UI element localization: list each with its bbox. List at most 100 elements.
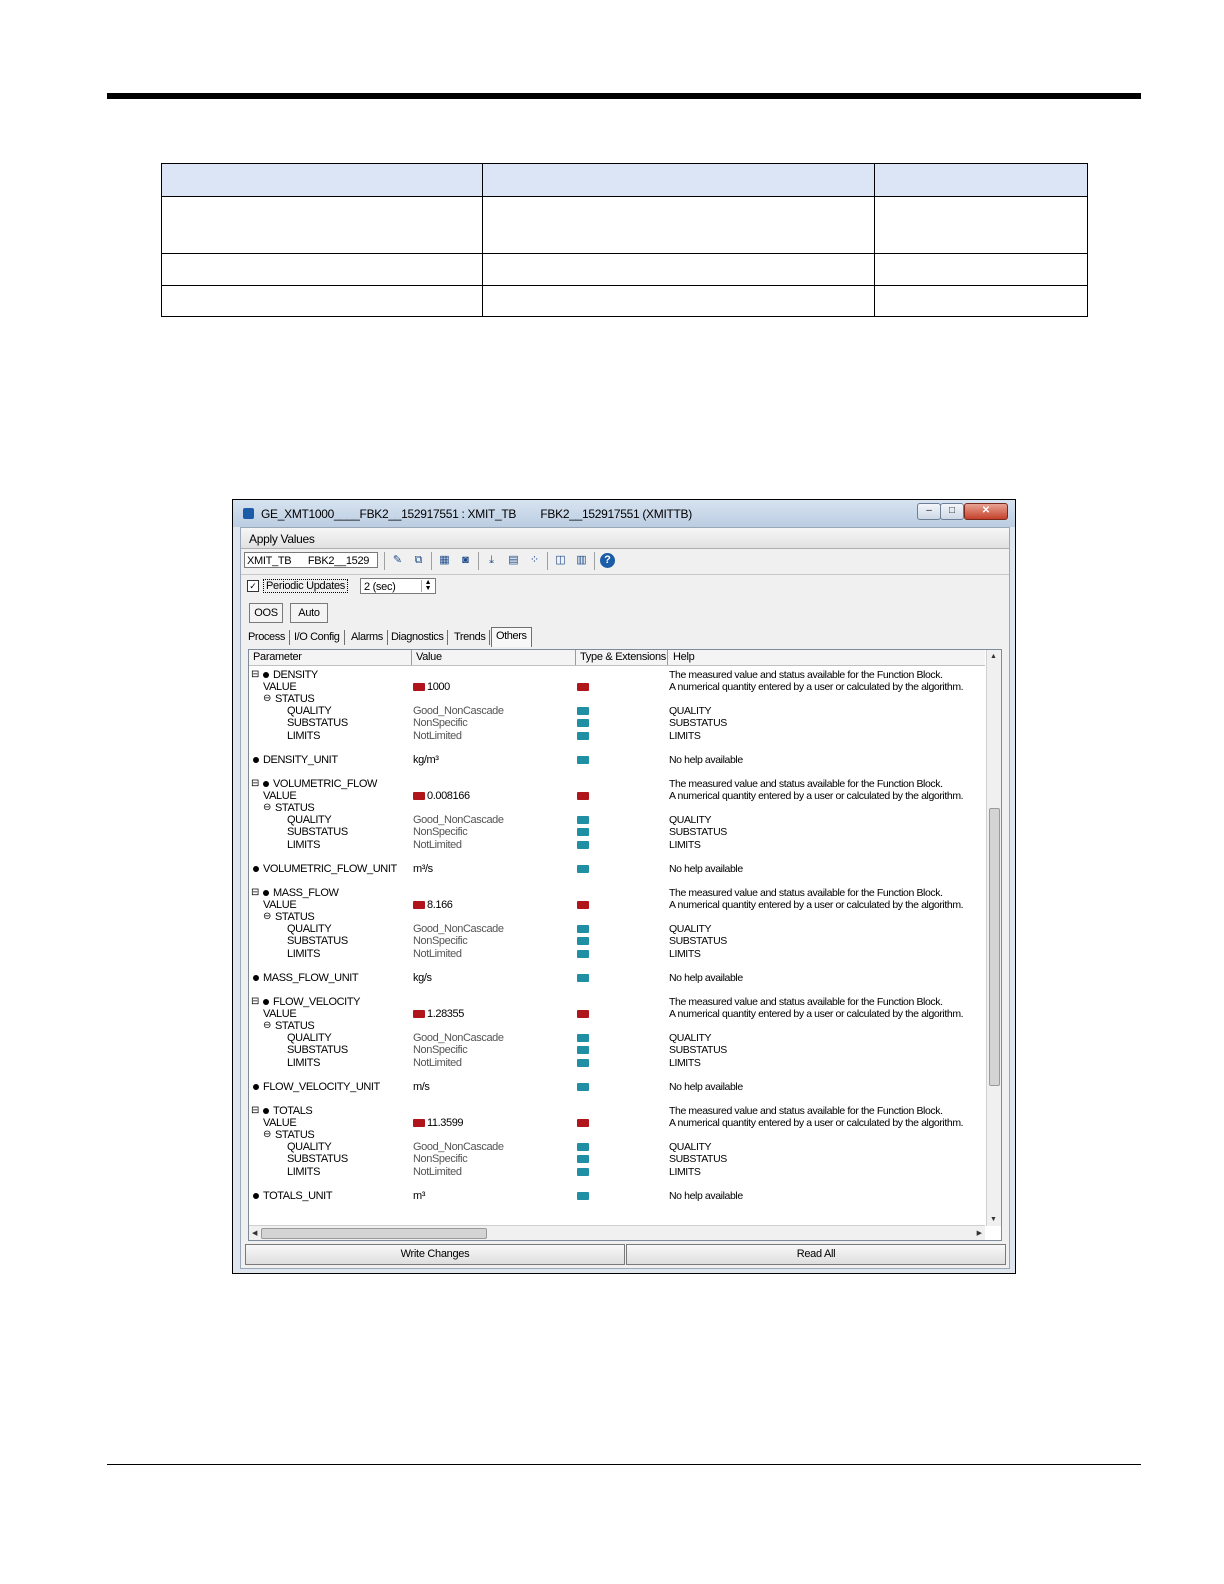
table-row[interactable]: ⊖ STATUS <box>249 1129 985 1141</box>
vertical-scrollbar[interactable]: ▲ ▼ <box>986 650 1001 1226</box>
parameter-value[interactable]: Good_NonCascade <box>413 705 504 717</box>
title-bar[interactable]: GE_XMT1000____FBK2__152917551 : XMIT_TB … <box>233 500 1015 527</box>
table-row[interactable]: SUBSTATUS NonSpecific SUBSTATUS <box>249 1044 985 1056</box>
grid-icon[interactable]: ⁘ <box>527 553 542 568</box>
parameter-value[interactable]: m³/s <box>413 863 433 875</box>
collapse-icon[interactable]: ⊟ <box>251 669 259 681</box>
col-help[interactable]: Help <box>673 651 695 663</box>
parameter-value[interactable]: NotLimited <box>413 730 462 742</box>
table-row[interactable]: VALUE├8.166A numerical quantity entered … <box>249 899 985 911</box>
table-row[interactable]: LIMITS NotLimited LIMITS <box>249 730 985 742</box>
table-row[interactable]: ⊖ STATUS <box>249 1020 985 1032</box>
apply-values-label[interactable]: Apply Values <box>249 532 315 546</box>
tab-diagnostics[interactable]: Diagnostics <box>389 630 449 645</box>
vertical-scroll-thumb[interactable] <box>989 808 1000 1086</box>
table-row[interactable]: LIMITS NotLimited LIMITS <box>249 839 985 851</box>
layout-icon[interactable]: ◫ <box>553 553 568 568</box>
table-row[interactable]: QUALITY Good_NonCascade QUALITY <box>249 1032 985 1044</box>
table-row[interactable]: LIMITS NotLimited LIMITS <box>249 1166 985 1178</box>
table-row[interactable]: ⊟ FLOW_VELOCITY The measured value and sta… <box>249 996 985 1008</box>
parameter-value[interactable]: NonSpecific <box>413 717 468 729</box>
parameter-value[interactable]: 8.166 <box>413 899 453 911</box>
interval-spinner[interactable]: 2 (sec) ▲ ▼ <box>360 578 436 594</box>
edit-icon[interactable]: ✎ <box>390 553 405 568</box>
tab-trends[interactable]: Trends <box>452 630 491 645</box>
tag-field[interactable]: XMIT_TB FBK2__1529 <box>244 552 378 568</box>
horizontal-scroll-thumb[interactable] <box>261 1228 487 1239</box>
collapse-icon[interactable]: ⊖ <box>263 1020 271 1032</box>
table-row[interactable]: LIMITS NotLimited LIMITS <box>249 948 985 960</box>
table-row[interactable]: VALUE├11.3599A numerical quantity entere… <box>249 1117 985 1129</box>
read-all-button[interactable]: Read All <box>626 1244 1006 1265</box>
parameter-value[interactable]: kg/s <box>413 972 432 984</box>
scroll-down-icon[interactable]: ▼ <box>990 1216 997 1223</box>
table-row[interactable]: VOLUMETRIC_FLOW_UNIT m³/s No help availabl… <box>249 863 985 875</box>
tab-io-config[interactable]: I/O Config <box>292 630 345 645</box>
collapse-icon[interactable]: ⊖ <box>263 1129 271 1141</box>
parameter-value[interactable]: NonSpecific <box>413 1153 468 1165</box>
parameter-value[interactable]: 1000 <box>413 681 450 693</box>
help-icon[interactable]: ? <box>600 553 615 568</box>
col-parameter[interactable]: Parameter <box>253 651 302 663</box>
parameter-value[interactable]: Good_NonCascade <box>413 814 504 826</box>
minimize-button[interactable]: – <box>917 503 941 520</box>
download-icon[interactable]: ⤓ <box>484 553 499 568</box>
table-row[interactable]: ⊟ VOLUMETRIC_FLOW The measured value and s… <box>249 778 985 790</box>
table-row[interactable]: ⊟ MASS_FLOW The measured value and status … <box>249 887 985 899</box>
horizontal-scrollbar[interactable]: ◀ ▶ <box>249 1225 985 1240</box>
apply-values-menu[interactable]: Apply Values <box>241 528 1009 549</box>
calendar-icon[interactable]: ▦ <box>437 553 452 568</box>
tab-process[interactable]: Process <box>246 630 290 645</box>
compare-icon[interactable]: ⧉ <box>411 553 426 568</box>
auto-button[interactable]: Auto <box>290 603 328 623</box>
oos-button[interactable]: OOS <box>249 603 283 623</box>
col-type[interactable]: Type & Extensions <box>580 651 666 663</box>
col-value[interactable]: Value <box>416 651 442 663</box>
table-row[interactable]: SUBSTATUS NonSpecific SUBSTATUS <box>249 717 985 729</box>
table-row[interactable]: FLOW_VELOCITY_UNIT m/s No help available <box>249 1081 985 1093</box>
table-row[interactable]: SUBSTATUS NonSpecific SUBSTATUS <box>249 826 985 838</box>
table-row[interactable]: QUALITY Good_NonCascade QUALITY <box>249 705 985 717</box>
table-row[interactable]: ⊟ DENSITY The measured value and status av… <box>249 669 985 681</box>
scroll-left-icon[interactable]: ◀ <box>252 1229 257 1237</box>
table-row[interactable]: MASS_FLOW_UNIT kg/s No help available <box>249 972 985 984</box>
table-row[interactable]: ⊖ STATUS <box>249 802 985 814</box>
parameter-value[interactable]: NonSpecific <box>413 1044 468 1056</box>
parameter-value[interactable]: Good_NonCascade <box>413 923 504 935</box>
table-row[interactable]: SUBSTATUS NonSpecific SUBSTATUS <box>249 1153 985 1165</box>
table-row[interactable]: ⊟ TOTALS The measured value and status ava… <box>249 1105 985 1117</box>
write-changes-button[interactable]: Write Changes <box>245 1244 625 1265</box>
camera-icon[interactable]: ◙ <box>458 553 473 568</box>
parameter-value[interactable]: kg/m³ <box>413 754 439 766</box>
maximize-button[interactable]: □ <box>940 503 964 520</box>
parameter-value[interactable]: m/s <box>413 1081 430 1093</box>
parameter-value[interactable]: NotLimited <box>413 948 462 960</box>
table-row[interactable]: VALUE├1000A numerical quantity entered b… <box>249 681 985 693</box>
collapse-icon[interactable]: ⊖ <box>263 802 271 814</box>
table-row[interactable]: DENSITY_UNIT kg/m³ No help available <box>249 754 985 766</box>
periodic-updates-label[interactable]: Periodic Updates <box>263 579 348 593</box>
collapse-icon[interactable]: ⊟ <box>251 996 259 1008</box>
parameter-value[interactable]: m³ <box>413 1190 425 1202</box>
parameter-value[interactable]: 11.3599 <box>413 1117 464 1129</box>
table-row[interactable]: QUALITY Good_NonCascade QUALITY <box>249 923 985 935</box>
scroll-up-icon[interactable]: ▲ <box>990 653 997 660</box>
collapse-icon[interactable]: ⊖ <box>263 911 271 923</box>
parameter-value[interactable]: NotLimited <box>413 1166 462 1178</box>
periodic-updates-checkbox[interactable]: ✓ <box>247 580 259 592</box>
parameter-value[interactable]: 0.008166 <box>413 790 470 802</box>
chart-icon[interactable]: ▤ <box>506 553 521 568</box>
table-row[interactable]: VALUE├1.28355A numerical quantity entere… <box>249 1008 985 1020</box>
table-row[interactable]: ⊖ STATUS <box>249 911 985 923</box>
scroll-right-icon[interactable]: ▶ <box>977 1229 982 1237</box>
collapse-icon[interactable]: ⊖ <box>263 693 271 705</box>
parameter-value[interactable]: Good_NonCascade <box>413 1032 504 1044</box>
parameter-value[interactable]: 1.28355 <box>413 1008 464 1020</box>
panel-icon[interactable]: ▥ <box>574 553 589 568</box>
parameter-value[interactable]: Good_NonCascade <box>413 1141 504 1153</box>
table-row[interactable]: QUALITY Good_NonCascade QUALITY <box>249 1141 985 1153</box>
close-button[interactable]: ✕ <box>964 503 1008 520</box>
parameter-value[interactable]: NotLimited <box>413 839 462 851</box>
table-row[interactable]: VALUE├0.008166A numerical quantity enter… <box>249 790 985 802</box>
spinner-arrows-icon[interactable]: ▲ ▼ <box>421 579 434 592</box>
